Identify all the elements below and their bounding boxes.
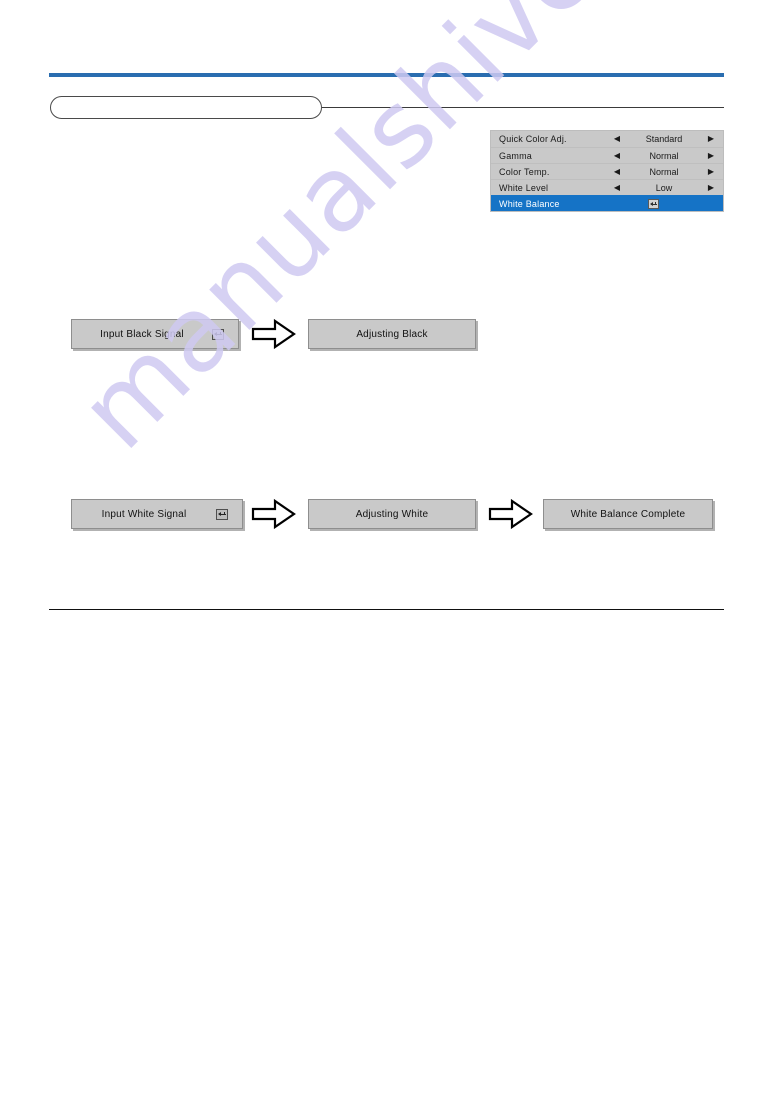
right-triangle-icon[interactable]: ▶	[705, 167, 717, 176]
flow-step-input-black-signal[interactable]: Input Black Signal	[71, 319, 239, 349]
osd-value-quick-color-adj: Standard	[645, 134, 683, 144]
section-heading-rule	[322, 107, 724, 108]
osd-label-gamma: Gamma	[499, 150, 533, 161]
flow-step-label: White Balance Complete	[570, 508, 686, 520]
osd-value-gamma: Normal	[649, 150, 679, 161]
osd-row-color-temp[interactable]: Color Temp. ◀ Normal ▶	[491, 163, 723, 179]
osd-menu[interactable]: Quick Color Adj. ◀ Standard ▶ Gamma ◀ No…	[491, 131, 723, 211]
right-triangle-icon[interactable]: ▶	[705, 183, 717, 192]
watermark: manualshive.com	[56, 0, 774, 473]
flow-step-label: Adjusting White	[355, 508, 429, 520]
flow-step-adjusting-black[interactable]: Adjusting Black	[308, 319, 476, 349]
flow-step-adjusting-white[interactable]: Adjusting White	[308, 499, 476, 529]
enter-key-icon[interactable]	[648, 198, 659, 209]
osd-label-color-temp: Color Temp.	[499, 166, 550, 177]
right-triangle-icon[interactable]: ▶	[705, 151, 717, 160]
osd-label-white-balance: White Balance	[499, 198, 560, 209]
flow-step-label: Adjusting Black	[356, 328, 428, 340]
osd-row-white-balance[interactable]: White Balance	[491, 195, 723, 211]
left-triangle-icon[interactable]: ◀	[611, 135, 623, 143]
top-accent-rule	[49, 73, 724, 77]
enter-key-icon[interactable]	[216, 508, 228, 520]
flow-step-input-white-signal[interactable]: Input White Signal	[71, 499, 243, 529]
right-block-arrow-icon	[251, 318, 296, 350]
osd-row-gamma[interactable]: Gamma ◀ Normal ▶	[491, 147, 723, 163]
osd-value-color-temp: Normal	[649, 166, 679, 177]
right-block-arrow-icon	[251, 498, 296, 530]
osd-label-quick-color-adj: Quick Color Adj.	[499, 134, 567, 144]
flow-step-label: Input White Signal	[101, 508, 187, 520]
right-block-arrow-icon	[488, 498, 533, 530]
document-page: Quick Color Adj. ◀ Standard ▶ Gamma ◀ No…	[0, 0, 774, 1094]
osd-label-white-level: White Level	[499, 182, 549, 193]
enter-key-icon[interactable]	[212, 328, 224, 340]
osd-row-white-level[interactable]: White Level ◀ Low ▶	[491, 179, 723, 195]
left-triangle-icon[interactable]: ◀	[611, 151, 623, 160]
left-triangle-icon[interactable]: ◀	[611, 167, 623, 176]
left-triangle-icon[interactable]: ◀	[611, 183, 623, 192]
section-heading-pill	[50, 96, 322, 119]
flow-step-white-balance-complete[interactable]: White Balance Complete	[543, 499, 713, 529]
osd-row-quick-color-adj[interactable]: Quick Color Adj. ◀ Standard ▶	[491, 131, 723, 147]
bottom-rule	[49, 609, 724, 610]
osd-value-white-level: Low	[655, 182, 673, 193]
right-triangle-icon[interactable]: ▶	[705, 135, 717, 143]
flow-step-label: Input Black Signal	[100, 328, 184, 340]
